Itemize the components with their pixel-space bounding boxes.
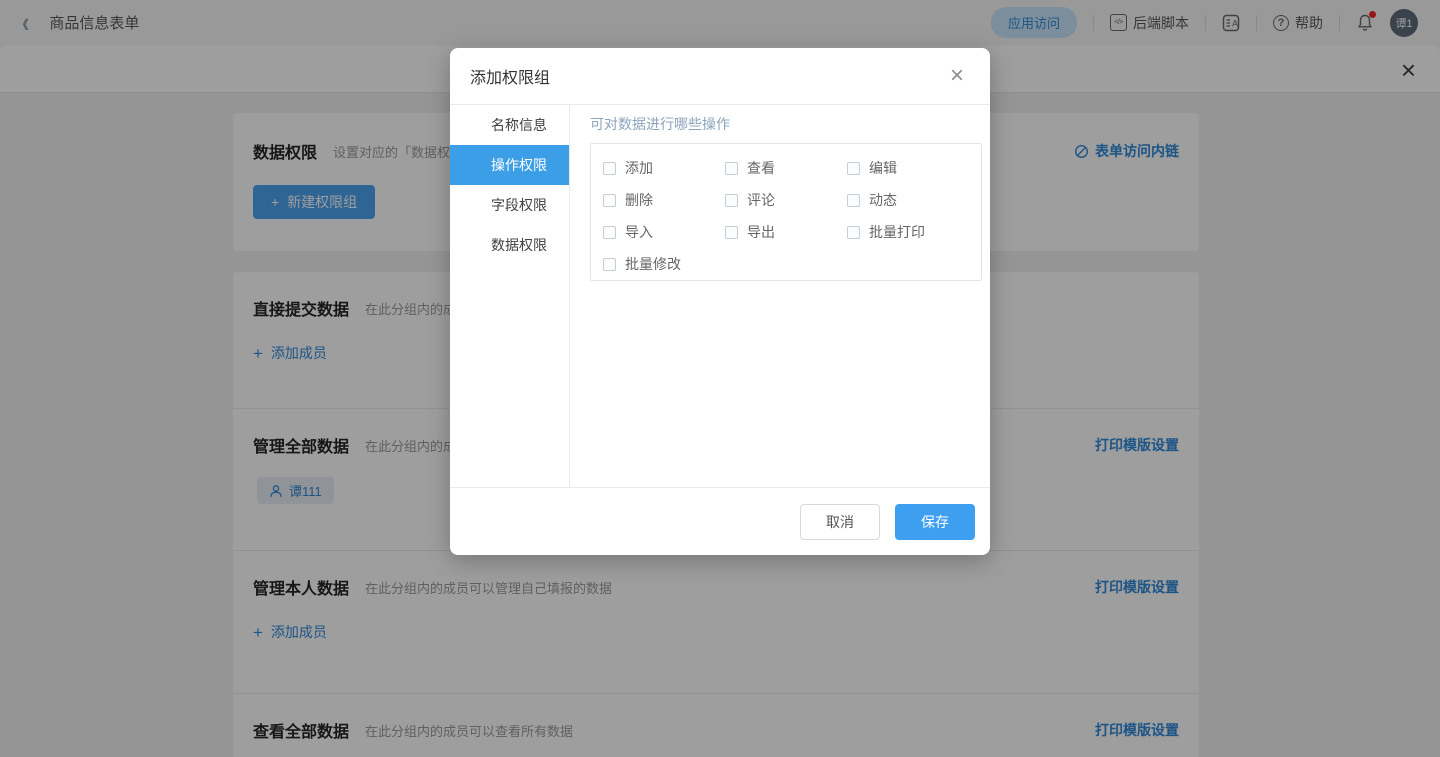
checkbox-item-delete[interactable]: 删除: [603, 190, 725, 210]
checkbox-item-batch-modify[interactable]: 批量修改: [603, 254, 725, 274]
checkbox[interactable]: [603, 162, 616, 175]
tab-data-permission[interactable]: 数据权限: [450, 225, 569, 265]
checkbox[interactable]: [603, 194, 616, 207]
checkbox[interactable]: [725, 162, 738, 175]
operations-question-label: 可对数据进行哪些操作: [590, 114, 982, 134]
checkbox-item-import[interactable]: 导入: [603, 222, 725, 242]
checkbox-item-batch-print[interactable]: 批量打印: [847, 222, 969, 242]
checkbox-item-view[interactable]: 查看: [725, 158, 847, 178]
checkbox[interactable]: [847, 194, 860, 207]
checkbox-item-add[interactable]: 添加: [603, 158, 725, 178]
add-permission-group-modal: 添加权限组 × 名称信息 操作权限 字段权限 数据权限 可对数据进行哪些操作 添…: [450, 48, 990, 555]
checkbox-item-edit[interactable]: 编辑: [847, 158, 969, 178]
checkbox[interactable]: [847, 162, 860, 175]
modal-tab-list: 名称信息 操作权限 字段权限 数据权限: [450, 105, 570, 487]
save-button[interactable]: 保存: [895, 504, 975, 540]
modal-close-icon[interactable]: ×: [944, 64, 970, 88]
modal-header: 添加权限组 ×: [450, 48, 990, 105]
checkbox-item-export[interactable]: 导出: [725, 222, 847, 242]
modal-content: 可对数据进行哪些操作 添加 查看 编辑 删除 评论 动态 导入 导出 批量打印 …: [570, 105, 1002, 487]
checkbox[interactable]: [725, 194, 738, 207]
tab-field-permission[interactable]: 字段权限: [450, 185, 569, 225]
modal-footer: 取消 保存: [450, 487, 990, 555]
checkbox-item-comment[interactable]: 评论: [725, 190, 847, 210]
cancel-button[interactable]: 取消: [800, 504, 880, 540]
tab-name-info[interactable]: 名称信息: [450, 105, 569, 145]
modal-body: 名称信息 操作权限 字段权限 数据权限 可对数据进行哪些操作 添加 查看 编辑 …: [450, 105, 990, 487]
checkbox[interactable]: [603, 258, 616, 271]
checkbox[interactable]: [725, 226, 738, 239]
checkbox-item-activity[interactable]: 动态: [847, 190, 969, 210]
checkbox[interactable]: [603, 226, 616, 239]
operations-checkbox-group: 添加 查看 编辑 删除 评论 动态 导入 导出 批量打印 批量修改: [590, 143, 982, 281]
checkbox[interactable]: [847, 226, 860, 239]
modal-title: 添加权限组: [470, 64, 550, 88]
tab-operation-permission[interactable]: 操作权限: [450, 145, 569, 185]
